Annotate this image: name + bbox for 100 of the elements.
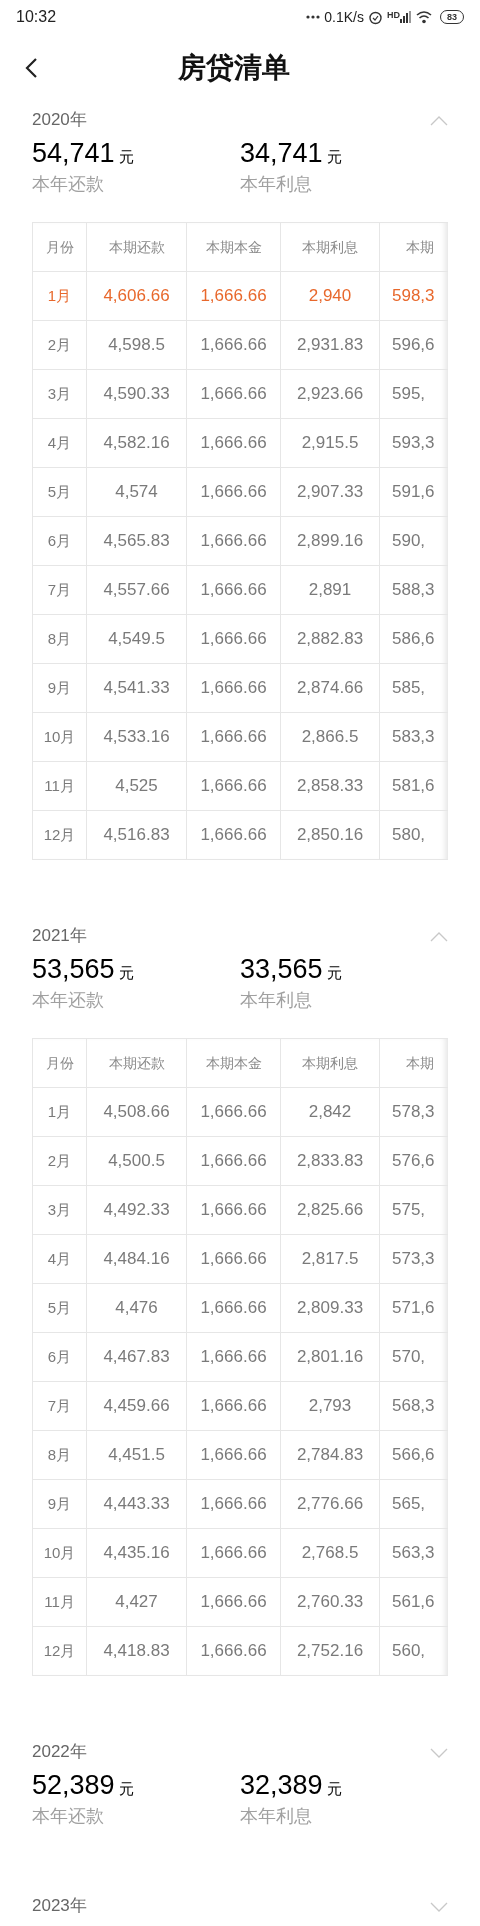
table-cell: 2,940 <box>281 272 380 320</box>
status-time: 10:32 <box>16 7 57 27</box>
table-cell: 1,666.66 <box>187 1333 281 1381</box>
table-cell-text: 591,6 <box>391 481 436 504</box>
column-header: 月份 <box>33 1039 87 1087</box>
table-cell-text: 566,6 <box>391 1444 436 1467</box>
table-cell: 4,549.5 <box>87 615 187 663</box>
table-cell-text: 580, <box>391 824 427 847</box>
table-cell-text: 565, <box>391 1493 427 1516</box>
table-cell: 1,666.66 <box>187 566 281 614</box>
table-cell: 1,666.66 <box>187 1578 281 1626</box>
table-cell: 1,666.66 <box>187 615 281 663</box>
table-cell: 1,666.66 <box>187 1088 281 1136</box>
chevron-up-icon[interactable] <box>430 932 448 942</box>
table-cell: 4,500.5 <box>87 1137 187 1185</box>
table-cell: 9月 <box>33 664 87 712</box>
table-cell-text: 571,6 <box>391 1297 436 1320</box>
stat-label: 本年利息 <box>240 989 313 1012</box>
table-cell: 4,565.83 <box>87 517 187 565</box>
amount: 52,389 <box>32 1769 115 1802</box>
table-cell-text: 568,3 <box>391 1395 436 1418</box>
amount: 32,389 <box>240 1769 323 1802</box>
table-cell: 2,850.16 <box>281 811 380 859</box>
unit: 元 <box>326 963 342 983</box>
table-cell: 12月 <box>33 811 87 859</box>
network-type: HD <box>387 11 400 20</box>
table-cell: 4,582.16 <box>87 419 187 467</box>
table-cell: 1,666.66 <box>187 762 281 810</box>
table-cell-text: 596,6 <box>391 334 436 357</box>
table-cell: 1,666.66 <box>187 1382 281 1430</box>
table-cell: 1,666.66 <box>187 321 281 369</box>
unit: 元 <box>118 147 134 167</box>
table-cell: 11月 <box>33 762 87 810</box>
column-header: 本期还款 <box>87 223 187 271</box>
table-cell: 8月 <box>33 1431 87 1479</box>
table-cell: 1,666.66 <box>187 1431 281 1479</box>
stat-label: 本年利息 <box>240 1805 313 1828</box>
table-cell-text: 560, <box>391 1640 427 1663</box>
table-cell: 1,666.66 <box>187 1627 281 1675</box>
table-cell: 1,666.66 <box>187 1284 281 1332</box>
table-cell: 4,418.83 <box>87 1627 187 1675</box>
table-cell: 6月 <box>33 1333 87 1381</box>
table-cell: 2,793 <box>281 1382 380 1430</box>
table-cell: 2,842 <box>281 1088 380 1136</box>
chevron-down-icon[interactable] <box>430 1748 448 1758</box>
table-cell-text: 578,3 <box>391 1101 436 1124</box>
column-header: 本期 <box>405 237 435 257</box>
table-cell: 5月 <box>33 468 87 516</box>
chevron-up-icon[interactable] <box>430 116 448 126</box>
table-cell-text: 576,6 <box>391 1150 436 1173</box>
table-cell: 2,760.33 <box>281 1578 380 1626</box>
table-cell-text: 581,6 <box>391 775 436 798</box>
table-cell: 2,891 <box>281 566 380 614</box>
table-cell: 11月 <box>33 1578 87 1626</box>
table-cell: 2,899.16 <box>281 517 380 565</box>
table-cell: 4,467.83 <box>87 1333 187 1381</box>
chevron-down-icon[interactable] <box>430 1902 448 1912</box>
table-cell-text: 585, <box>391 677 427 700</box>
year-label: 2023年 <box>32 1895 87 1917</box>
table-cell: 2,784.83 <box>281 1431 380 1479</box>
stat-label: 本年利息 <box>240 173 313 196</box>
table-cell: 7月 <box>33 1382 87 1430</box>
table-cell: 4月 <box>33 1235 87 1283</box>
table-cell: 4,606.66 <box>87 272 187 320</box>
table-cell: 2,907.33 <box>281 468 380 516</box>
table-cell-text: 598,3 <box>391 285 436 308</box>
table-cell: 4,557.66 <box>87 566 187 614</box>
table-cell: 2,776.66 <box>281 1480 380 1528</box>
table-cell-text: 586,6 <box>391 628 436 651</box>
table-cell: 1,666.66 <box>187 1529 281 1577</box>
table-cell: 2,874.66 <box>281 664 380 712</box>
table-cell: 1,666.66 <box>187 1235 281 1283</box>
table-cell: 2,825.66 <box>281 1186 380 1234</box>
table-cell: 2月 <box>33 1137 87 1185</box>
table-cell: 4,598.5 <box>87 321 187 369</box>
table-cell: 1,666.66 <box>187 664 281 712</box>
table-cell: 3月 <box>33 370 87 418</box>
table-cell: 4,590.33 <box>87 370 187 418</box>
table-cell: 3月 <box>33 1186 87 1234</box>
table-cell-text: 583,3 <box>391 726 436 749</box>
table-cell: 1月 <box>33 1088 87 1136</box>
table-cell: 1,666.66 <box>187 811 281 859</box>
back-icon[interactable] <box>24 57 38 79</box>
table-cell: 2,833.83 <box>281 1137 380 1185</box>
table-cell: 4,476 <box>87 1284 187 1332</box>
column-header: 本期利息 <box>281 1039 380 1087</box>
column-header: 本期还款 <box>87 1039 187 1087</box>
table-cell: 2,923.66 <box>281 370 380 418</box>
table-cell: 6月 <box>33 517 87 565</box>
wifi-icon <box>416 10 432 24</box>
stat-label: 本年还款 <box>32 1805 105 1828</box>
year-label: 2022年 <box>32 1741 87 1763</box>
amount: 34,741 <box>240 137 323 170</box>
table-cell: 2,858.33 <box>281 762 380 810</box>
table-cell: 8月 <box>33 615 87 663</box>
table-cell: 4,525 <box>87 762 187 810</box>
table-cell-text: 593,3 <box>391 432 436 455</box>
table-cell: 4,484.16 <box>87 1235 187 1283</box>
column-header: 本期 <box>405 1053 435 1073</box>
signal-icon <box>400 11 412 23</box>
